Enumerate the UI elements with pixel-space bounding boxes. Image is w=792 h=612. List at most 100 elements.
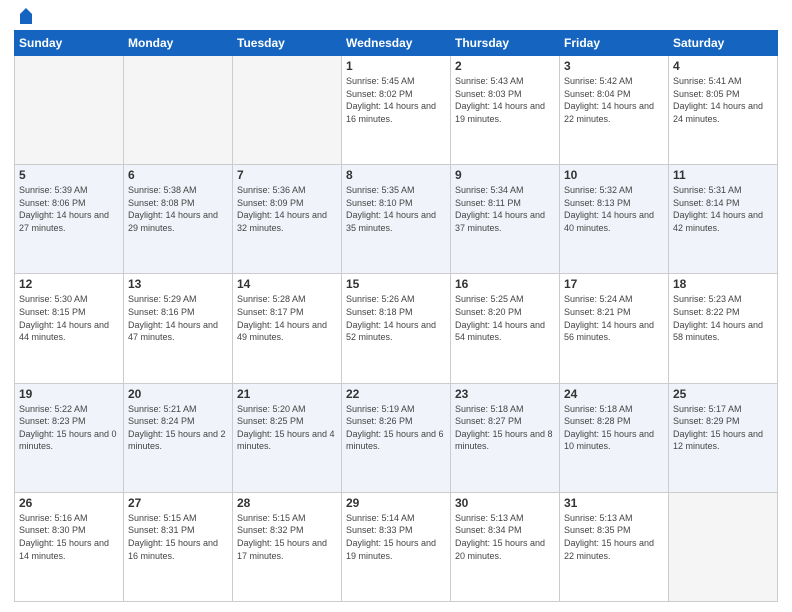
table-row: 19 Sunrise: 5:22 AMSunset: 8:23 PMDayligh… [15,383,124,492]
table-row: 8Sunrise: 5:35 AMSunset: 8:10 PMDaylight… [342,165,451,274]
day-info: Sunrise: 5:16 AMSunset: 8:30 PMDaylight:… [19,512,119,562]
table-row: 3 Sunrise: 5:42 AMSunset: 8:04 PMDaylight… [560,56,669,165]
day-info: Sunrise: 5:28 AMSunset: 8:17 PMDaylight:… [237,293,337,343]
day-info: Sunrise: 5:20 AMSunset: 8:25 PMDaylight:… [237,403,337,453]
day-number: 2 [455,59,555,73]
day-info: Sunrise: 5:21 AMSunset: 8:24 PMDaylight:… [128,403,228,453]
table-row: 6 Sunrise: 5:38 AMSunset: 8:08 PMDaylight… [124,165,233,274]
col-saturday: Saturday [669,31,778,56]
table-row [15,56,124,165]
table-row: 31Sunrise: 5:13 AMSunset: 8:35 PMDayligh… [560,492,669,601]
day-number: 19 [19,387,119,401]
day-number: 15 [346,277,446,291]
day-info: Sunrise: 5:15 AMSunset: 8:31 PMDaylight:… [128,512,228,562]
day-info: Sunrise: 5:41 AMSunset: 8:05 PMDaylight:… [673,75,773,125]
day-info: Sunrise: 5:15 AMSunset: 8:32 PMDaylight:… [237,512,337,562]
table-row: 12 Sunrise: 5:30 AMSunset: 8:15 PMDayligh… [15,274,124,383]
day-info: Sunrise: 5:34 AMSunset: 8:11 PMDaylight:… [455,184,555,234]
col-tuesday: Tuesday [233,31,342,56]
day-info: Sunrise: 5:25 AMSunset: 8:20 PMDaylight:… [455,293,555,343]
day-number: 28 [237,496,337,510]
day-info: Sunrise: 5:31 AMSunset: 8:14 PMDaylight:… [673,184,773,234]
table-row: 21 Sunrise: 5:20 AMSunset: 8:25 PMDayligh… [233,383,342,492]
day-info: Sunrise: 5:30 AMSunset: 8:15 PMDaylight:… [19,293,119,343]
day-number: 31 [564,496,664,510]
day-number: 12 [19,277,119,291]
table-row: 5 Sunrise: 5:39 AMSunset: 8:06 PMDaylight… [15,165,124,274]
day-number: 21 [237,387,337,401]
day-number: 25 [673,387,773,401]
day-info: Sunrise: 5:38 AMSunset: 8:08 PMDaylight:… [128,184,228,234]
col-friday: Friday [560,31,669,56]
day-info: Sunrise: 5:36 AMSunset: 8:09 PMDaylight:… [237,184,337,234]
header [14,10,778,24]
table-row: 1Sunrise: 5:45 AMSunset: 8:02 PMDaylight… [342,56,451,165]
day-info: Sunrise: 5:43 AMSunset: 8:03 PMDaylight:… [455,75,555,125]
day-info: Sunrise: 5:17 AMSunset: 8:29 PMDaylight:… [673,403,773,453]
day-info: Sunrise: 5:39 AMSunset: 8:06 PMDaylight:… [19,184,119,234]
table-row: 24Sunrise: 5:18 AMSunset: 8:28 PMDayligh… [560,383,669,492]
table-row: 28 Sunrise: 5:15 AMSunset: 8:32 PMDayligh… [233,492,342,601]
day-number: 27 [128,496,228,510]
table-row [124,56,233,165]
day-number: 14 [237,277,337,291]
table-row: 17Sunrise: 5:24 AMSunset: 8:21 PMDayligh… [560,274,669,383]
table-row: 20 Sunrise: 5:21 AMSunset: 8:24 PMDayligh… [124,383,233,492]
table-row: 4 Sunrise: 5:41 AMSunset: 8:05 PMDaylight… [669,56,778,165]
day-info: Sunrise: 5:45 AMSunset: 8:02 PMDaylight:… [346,75,446,125]
calendar-week-row: 1Sunrise: 5:45 AMSunset: 8:02 PMDaylight… [15,56,778,165]
calendar-header-row: Sunday Monday Tuesday Wednesday Thursday… [15,31,778,56]
day-info: Sunrise: 5:42 AMSunset: 8:04 PMDaylight:… [564,75,664,125]
table-row: 16 Sunrise: 5:25 AMSunset: 8:20 PMDayligh… [451,274,560,383]
day-number: 29 [346,496,446,510]
day-number: 9 [455,168,555,182]
table-row: 25 Sunrise: 5:17 AMSunset: 8:29 PMDayligh… [669,383,778,492]
table-row [669,492,778,601]
day-number: 10 [564,168,664,182]
table-row [233,56,342,165]
day-info: Sunrise: 5:18 AMSunset: 8:27 PMDaylight:… [455,403,555,453]
day-number: 23 [455,387,555,401]
day-number: 11 [673,168,773,182]
day-info: Sunrise: 5:29 AMSunset: 8:16 PMDaylight:… [128,293,228,343]
day-info: Sunrise: 5:14 AMSunset: 8:33 PMDaylight:… [346,512,446,562]
table-row: 2 Sunrise: 5:43 AMSunset: 8:03 PMDaylight… [451,56,560,165]
col-monday: Monday [124,31,233,56]
calendar-week-row: 26 Sunrise: 5:16 AMSunset: 8:30 PMDayligh… [15,492,778,601]
day-info: Sunrise: 5:13 AMSunset: 8:34 PMDaylight:… [455,512,555,562]
day-info: Sunrise: 5:26 AMSunset: 8:18 PMDaylight:… [346,293,446,343]
day-number: 22 [346,387,446,401]
table-row: 13 Sunrise: 5:29 AMSunset: 8:16 PMDayligh… [124,274,233,383]
table-row: 23 Sunrise: 5:18 AMSunset: 8:27 PMDayligh… [451,383,560,492]
day-number: 26 [19,496,119,510]
day-number: 5 [19,168,119,182]
calendar-week-row: 5 Sunrise: 5:39 AMSunset: 8:06 PMDaylight… [15,165,778,274]
logo [14,10,36,24]
day-number: 30 [455,496,555,510]
table-row: 9 Sunrise: 5:34 AMSunset: 8:11 PMDaylight… [451,165,560,274]
day-info: Sunrise: 5:24 AMSunset: 8:21 PMDaylight:… [564,293,664,343]
day-number: 16 [455,277,555,291]
col-thursday: Thursday [451,31,560,56]
day-number: 6 [128,168,228,182]
day-number: 24 [564,387,664,401]
day-number: 13 [128,277,228,291]
col-sunday: Sunday [15,31,124,56]
day-number: 4 [673,59,773,73]
table-row: 11 Sunrise: 5:31 AMSunset: 8:14 PMDayligh… [669,165,778,274]
calendar-week-row: 12 Sunrise: 5:30 AMSunset: 8:15 PMDayligh… [15,274,778,383]
day-info: Sunrise: 5:23 AMSunset: 8:22 PMDaylight:… [673,293,773,343]
table-row: 30 Sunrise: 5:13 AMSunset: 8:34 PMDayligh… [451,492,560,601]
table-row: 29 Sunrise: 5:14 AMSunset: 8:33 PMDayligh… [342,492,451,601]
day-info: Sunrise: 5:32 AMSunset: 8:13 PMDaylight:… [564,184,664,234]
day-number: 3 [564,59,664,73]
col-wednesday: Wednesday [342,31,451,56]
table-row: 18Sunrise: 5:23 AMSunset: 8:22 PMDayligh… [669,274,778,383]
calendar-week-row: 19 Sunrise: 5:22 AMSunset: 8:23 PMDayligh… [15,383,778,492]
table-row: 7Sunrise: 5:36 AMSunset: 8:09 PMDaylight… [233,165,342,274]
table-row: 10 Sunrise: 5:32 AMSunset: 8:13 PMDayligh… [560,165,669,274]
logo-icon [16,6,36,26]
day-info: Sunrise: 5:22 AMSunset: 8:23 PMDaylight:… [19,403,119,453]
table-row: 22Sunrise: 5:19 AMSunset: 8:26 PMDayligh… [342,383,451,492]
day-number: 20 [128,387,228,401]
